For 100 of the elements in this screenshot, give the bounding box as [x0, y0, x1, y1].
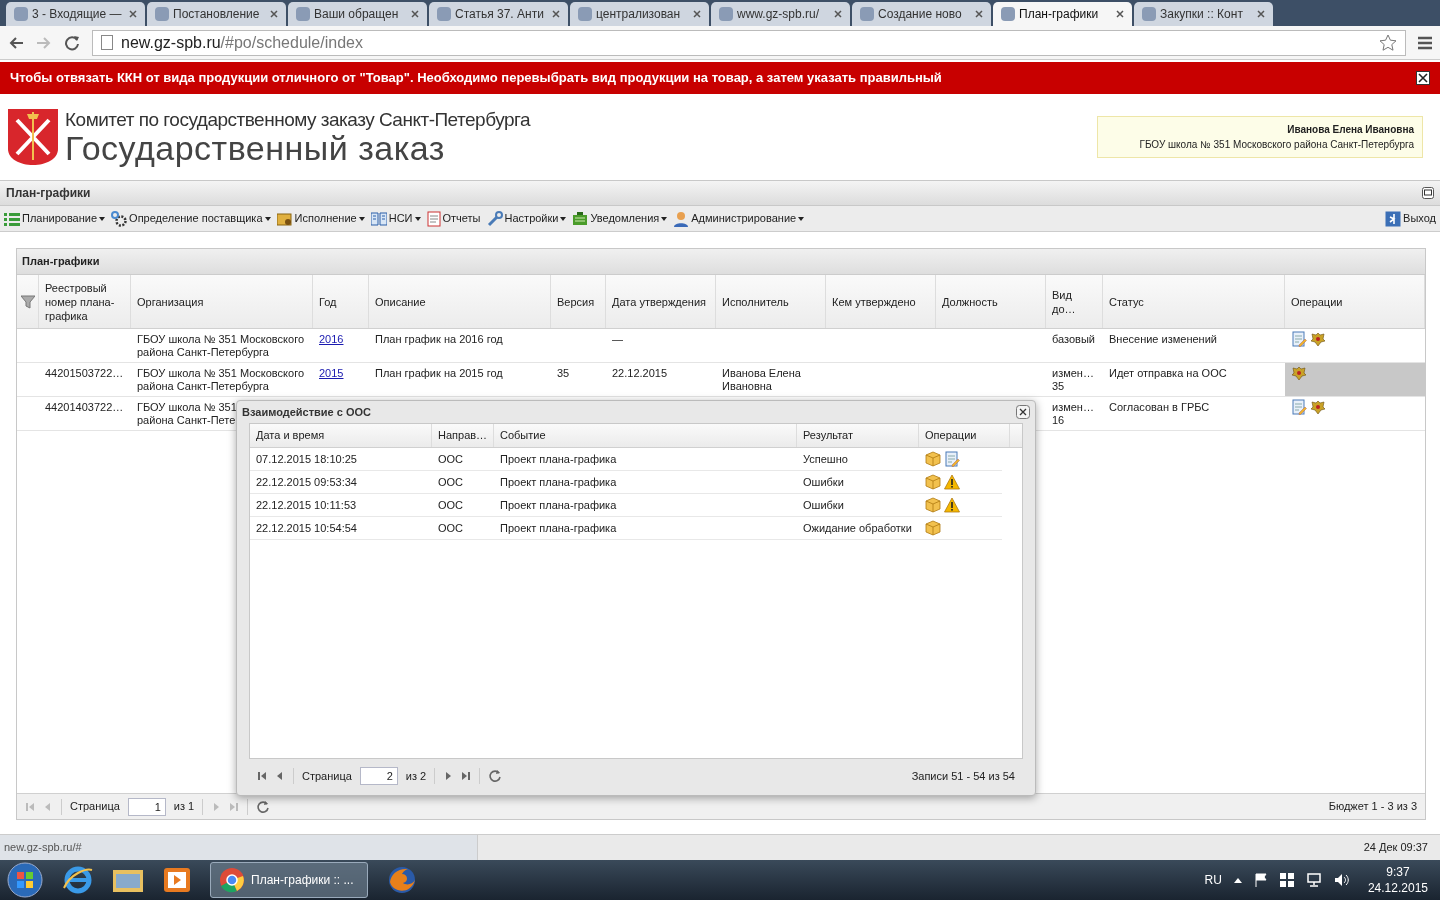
- caret-icon: [414, 216, 421, 221]
- table-row[interactable]: ГБОУ школа № 351 Московского района Санкт-Петербурга 2016 План график на 2016 год — базовый Внесение изменений: [17, 329, 1425, 363]
- refresh-icon[interactable]: [488, 769, 503, 783]
- favicon-icon: [860, 7, 874, 21]
- column-header[interactable]: Операции: [1285, 275, 1425, 328]
- document-pencil-icon[interactable]: [944, 451, 960, 467]
- caret-icon: [99, 216, 106, 221]
- folder-icon: [276, 211, 293, 226]
- favicon-icon: [1001, 7, 1015, 21]
- column-header[interactable]: Вид до…: [1046, 275, 1103, 328]
- year-link[interactable]: 2015: [319, 367, 344, 379]
- address-field[interactable]: new.gz-spb.ru/#po/schedule/index: [92, 29, 1406, 56]
- page-label: Страница: [70, 799, 120, 815]
- browser-e-icon[interactable]: [62, 864, 94, 896]
- menu-icon[interactable]: [1418, 35, 1432, 50]
- package-icon[interactable]: [925, 451, 941, 467]
- url-text: new.gz-spb.ru/#po/schedule/index: [121, 32, 363, 53]
- column-header[interactable]: Должность: [936, 275, 1046, 328]
- year-link[interactable]: 2016: [319, 333, 344, 345]
- browser-tab[interactable]: Постановление: [147, 2, 286, 26]
- warning-icon[interactable]: [944, 474, 960, 490]
- firefox-icon[interactable]: [386, 864, 418, 896]
- book-icon: [370, 211, 387, 226]
- page-input[interactable]: 2: [359, 767, 398, 785]
- menu-button[interactable]: Уведомления: [572, 210, 668, 227]
- table-cell: Проект плана-графика: [500, 498, 617, 511]
- gears-icon: [111, 210, 128, 227]
- close-icon[interactable]: [1016, 405, 1030, 419]
- previous-page-icon[interactable]: [275, 771, 285, 781]
- flag-icon[interactable]: [1253, 873, 1268, 887]
- column-header[interactable]: Направ…: [432, 424, 494, 447]
- menu-button[interactable]: Планирование: [4, 210, 106, 227]
- star-icon[interactable]: [1379, 33, 1397, 52]
- column-header[interactable]: Дата утверждения: [606, 275, 716, 328]
- table-cell: Внесение изменений: [1109, 333, 1217, 345]
- favicon-icon: [437, 7, 451, 21]
- column-header[interactable]: Описание: [369, 275, 551, 328]
- page-label: Страница: [302, 768, 352, 784]
- tab-title: Ваши обращен: [314, 6, 400, 23]
- menu-button[interactable]: Определение поставщика: [111, 210, 271, 227]
- last-page-icon[interactable]: [461, 771, 472, 781]
- tray-arrow-icon[interactable]: [1233, 877, 1242, 883]
- column-header[interactable]: Версия: [551, 275, 606, 328]
- menu-button[interactable]: Настройки: [486, 210, 567, 227]
- column-header[interactable]: Дата и время: [250, 424, 432, 447]
- tab-title: План-графики: [1019, 6, 1100, 23]
- menu-button[interactable]: Администрирование: [673, 210, 805, 227]
- browser-tab[interactable]: www.gz-spb.ru/: [711, 2, 850, 26]
- column-header[interactable]: Исполнитель: [716, 275, 826, 328]
- column-header[interactable]: Статус: [1103, 275, 1285, 328]
- table-cell: Проект плана-графика: [500, 521, 617, 534]
- close-icon[interactable]: [1116, 10, 1124, 18]
- media-player-icon[interactable]: [162, 865, 192, 895]
- table-cell-text: ГБОУ школа № 351 Московского: [137, 367, 306, 380]
- windows-logo-icon[interactable]: [1279, 873, 1294, 887]
- network-icon[interactable]: [1305, 873, 1322, 887]
- caret-icon: [358, 216, 365, 221]
- start-button-icon[interactable]: [6, 861, 44, 899]
- menu-button[interactable]: НСИ: [370, 210, 421, 227]
- column-header[interactable]: Кем утверждено: [826, 275, 936, 328]
- clock[interactable]: 9:37 24.12.2015: [1361, 864, 1434, 896]
- collapse-icon[interactable]: [1422, 187, 1434, 199]
- filter-icon[interactable]: [20, 294, 35, 309]
- table-row[interactable]: 44201503722… ГБОУ школа № 351 Московского района Санкт-Петербурга 2015 План график на 2015 год 35 22.12.2015 Иванова Елена Ивановна измен… 35 Идет отправка на ООС: [17, 363, 1425, 397]
- document-pencil-icon[interactable]: [1291, 399, 1307, 415]
- table-cell: 44201403722…: [45, 401, 124, 413]
- favicon-icon: [296, 7, 310, 21]
- first-page-icon[interactable]: [257, 771, 267, 781]
- language-indicator[interactable]: RU: [1204, 871, 1222, 889]
- browser-tab[interactable]: Ваши обращен: [288, 2, 427, 26]
- table-cell: измен… 35: [1052, 367, 1094, 392]
- reload-icon[interactable]: [64, 34, 80, 51]
- column-header[interactable]: Год: [313, 275, 369, 328]
- menu-button[interactable]: Исполнение: [276, 210, 365, 227]
- document-pencil-icon[interactable]: [1291, 331, 1307, 347]
- column-header[interactable]: Операции: [919, 424, 1010, 447]
- column-header[interactable]: Результат: [797, 424, 919, 447]
- alert-text: Чтобы отвязать ККН от вида продукции отличного от "Товар". Необходимо перевыбрать вид продукции на товар, а затем указать правильный: [10, 69, 942, 88]
- browser-tab[interactable]: Закупки :: Конт: [1134, 2, 1273, 26]
- notification-icon: [572, 211, 589, 226]
- browser-tab[interactable]: Создание ново: [852, 2, 991, 26]
- warning-icon[interactable]: [944, 497, 960, 513]
- browser-tab[interactable]: Статья 37. Анти: [429, 2, 568, 26]
- browser-tab[interactable]: централизован: [570, 2, 709, 26]
- menu-button[interactable]: Отчеты: [426, 210, 481, 227]
- back-icon[interactable]: [8, 34, 24, 51]
- browser-tab[interactable]: План-графики: [993, 2, 1132, 26]
- logout-button[interactable]: Выход: [1385, 210, 1436, 227]
- column-header[interactable]: Событие: [494, 424, 797, 447]
- package-icon[interactable]: [925, 520, 941, 536]
- column-header[interactable]: Реестровый номер плана-графика: [39, 275, 131, 328]
- close-icon[interactable]: [1416, 71, 1430, 85]
- browser-tab[interactable]: 3 - Входящие —: [6, 2, 145, 26]
- refresh-icon[interactable]: [256, 799, 271, 814]
- page-input[interactable]: 1: [127, 797, 166, 816]
- table-cell: базовый: [1052, 333, 1095, 345]
- speaker-icon[interactable]: [1333, 873, 1350, 887]
- exit-door-icon: [1385, 210, 1402, 227]
- column-header[interactable]: Организация: [131, 275, 313, 328]
- taskbar-app-button[interactable]: План-графики :: ...: [210, 862, 368, 898]
